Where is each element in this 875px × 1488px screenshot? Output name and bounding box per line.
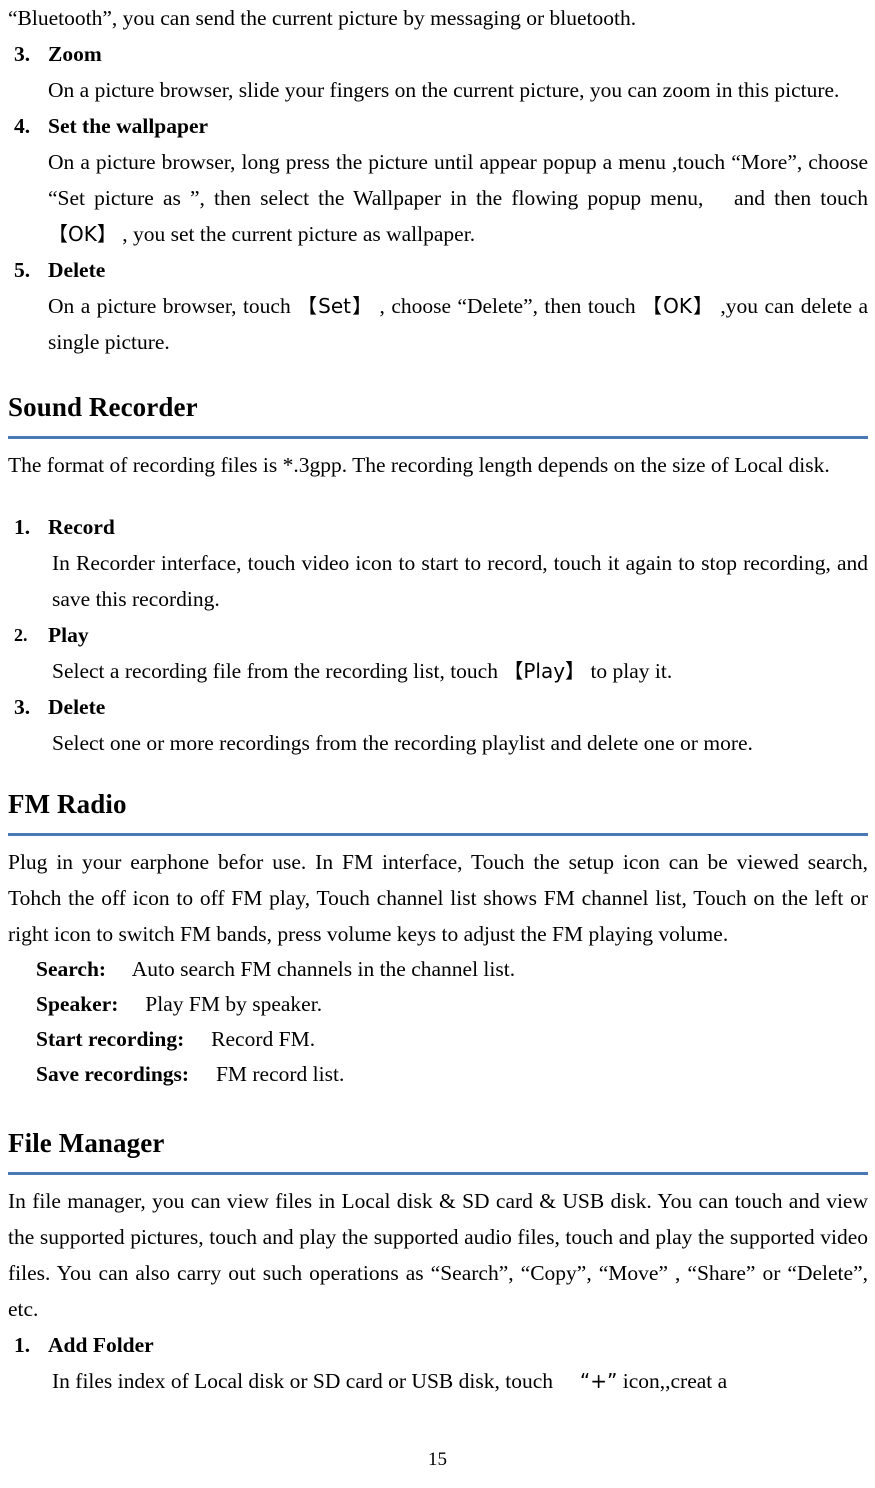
list-item-title: Play: [48, 623, 89, 647]
body-text-part: , you set the current picture as wallpap…: [116, 222, 476, 246]
list-item-body: Select one or more recordings from the r…: [52, 731, 753, 755]
definition-row-save-recordings: Save recordings: FM record list.: [8, 1057, 868, 1092]
list-marker: 1.: [14, 1333, 31, 1357]
definition-row-speaker: Speaker: Play FM by speaker.: [8, 987, 868, 1022]
definition-row-search: Search: Auto search FM channels in the c…: [8, 952, 868, 987]
list-marker: 4.: [14, 114, 31, 138]
list-marker: 1.: [14, 515, 31, 539]
list-item-record: 1. Record In Recorder interface, touch v…: [8, 509, 868, 617]
list-item-title: Record: [48, 515, 115, 539]
play-bracket-label: 【Play】: [503, 659, 586, 683]
list-item-title: Add Folder: [48, 1333, 154, 1357]
body-text-part: On a picture browser, touch: [48, 294, 298, 318]
body-text-part: to play it.: [585, 659, 673, 683]
list-marker: 3.: [14, 695, 31, 719]
definition-term: Search:: [36, 957, 107, 981]
list-item-body: On a picture browser, slide your fingers…: [48, 78, 840, 102]
manual-page: “Bluetooth”, you can send the current pi…: [0, 0, 875, 1488]
list-item-body: Select a recording file from the recordi…: [8, 653, 868, 689]
list-item-body: On a picture browser, long press the pic…: [8, 144, 868, 252]
definition-description: Play FM by speaker.: [118, 992, 323, 1016]
list-item-delete: 5. Delete On a picture browser, touch 【S…: [8, 252, 868, 360]
list-item-body: In files index of Local disk or SD card …: [8, 1363, 868, 1399]
ok-bracket-label: 【OK】: [48, 222, 117, 246]
list-marker: 3.: [14, 42, 31, 66]
list-item-delete-recording: 3. Delete Select one or more recordings …: [8, 689, 868, 761]
list-item-add-folder: 1. Add Folder In files index of Local di…: [8, 1327, 868, 1399]
list-item-set-the-wallpaper: 4. Set the wallpaper On a picture browse…: [8, 108, 868, 252]
body-text-part: , choose “Delete”, then touch: [373, 294, 643, 318]
list-item-title: Set the wallpaper: [48, 114, 209, 138]
section-heading-fm-radio: FM Radio: [8, 789, 127, 819]
gallery-intro-continuation: “Bluetooth”, you can send the current pi…: [8, 6, 637, 30]
section-heading-sound-recorder: Sound Recorder: [8, 392, 198, 422]
section-heading-file-manager: File Manager: [8, 1128, 165, 1158]
definition-description: Auto search FM channels in the channel l…: [106, 957, 516, 981]
ok-bracket-label: 【OK】: [642, 294, 715, 318]
set-bracket-label: 【Set】: [297, 294, 374, 318]
body-text-part: On a picture browser, long press the pic…: [48, 150, 868, 210]
list-item-body: In Recorder interface, touch video icon …: [52, 551, 868, 611]
page-number: 15: [428, 1449, 447, 1470]
body-text-part: Select a recording file from the recordi…: [52, 659, 504, 683]
list-item-zoom: 3. Zoom On a picture browser, slide your…: [8, 36, 868, 108]
definition-term: Speaker:: [36, 992, 119, 1016]
fm-radio-intro: Plug in your earphone befor use. In FM i…: [8, 850, 868, 946]
definition-term: Save recordings:: [36, 1062, 190, 1086]
definition-term: Start recording:: [36, 1027, 185, 1051]
body-text-part: icon,,creat a: [617, 1369, 728, 1393]
list-item-title: Delete: [48, 258, 106, 282]
list-marker: 5.: [14, 258, 31, 282]
list-marker: 2.: [14, 625, 28, 645]
definition-description: FM record list.: [189, 1062, 345, 1086]
body-text-part: In files index of Local disk or SD card …: [52, 1369, 580, 1393]
definition-row-start-recording: Start recording: Record FM.: [8, 1022, 868, 1057]
list-item-play: 2. Play Select a recording file from the…: [8, 617, 868, 689]
sound-recorder-intro: The format of recording files is *.3gpp.…: [8, 453, 830, 477]
definition-description: Record FM.: [184, 1027, 316, 1051]
list-item-title: Zoom: [48, 42, 102, 66]
list-item-body: On a picture browser, touch 【Set】 , choo…: [8, 288, 868, 360]
list-item-title: Delete: [48, 695, 106, 719]
file-manager-intro: In file manager, you can view files in L…: [8, 1189, 868, 1321]
plus-icon-quote: “+”: [579, 1369, 618, 1393]
